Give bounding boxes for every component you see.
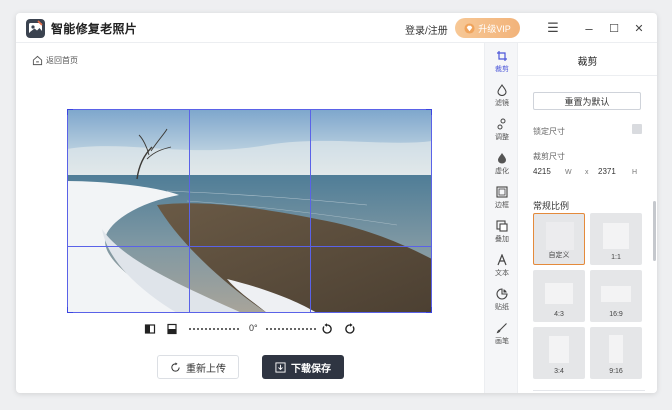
filter-icon (497, 84, 507, 96)
crop-size-label: 裁剪尺寸 (533, 152, 565, 161)
maximize-icon[interactable]: ☐ (605, 19, 623, 37)
close-icon[interactable]: ✕ (630, 19, 648, 37)
crop-handle-bottom-right[interactable] (426, 307, 432, 313)
menu-icon[interactable]: ☰ (544, 19, 562, 37)
lock-size-checkbox[interactable] (632, 124, 642, 134)
rotation-angle: 0° (249, 323, 258, 333)
height-unit: H (632, 169, 638, 176)
flip-vertical-icon[interactable] (166, 323, 178, 335)
ratio-custom[interactable]: 自定义 (533, 213, 585, 265)
ratio-4-3[interactable]: 4:3 (533, 270, 585, 322)
crop-handle-top-left[interactable] (67, 109, 73, 115)
tool-label: 叠加 (495, 236, 509, 243)
photo-canvas[interactable] (67, 109, 432, 313)
width-unit: W (565, 169, 572, 176)
sticker-icon (496, 288, 508, 300)
height-input[interactable]: 2371 (598, 167, 616, 176)
ratio-3-4[interactable]: 3:4 (533, 327, 585, 379)
ratio-label: 9:16 (609, 368, 623, 375)
app-window: 智能修复老照片 登录/注册 升级VIP ☰ – ☐ ✕ 返回首页 0° 重新上传… (16, 13, 657, 393)
panel-scrollbar[interactable] (653, 201, 656, 261)
tool-blur[interactable]: 虚化 (485, 149, 519, 183)
divider (533, 390, 645, 391)
refresh-icon (171, 361, 180, 372)
ratio-label: 3:4 (554, 368, 564, 375)
ratio-label: 16:9 (609, 311, 623, 318)
ratio-label: 自定义 (548, 252, 570, 259)
ratio-1-1[interactable]: 1:1 (590, 213, 642, 265)
tool-label: 文本 (495, 270, 509, 277)
tool-brush[interactable]: 画笔 (485, 319, 519, 353)
back-home-link[interactable]: 返回首页 (32, 55, 78, 66)
lock-size-label: 锁定尺寸 (533, 127, 565, 136)
home-icon (32, 55, 43, 66)
app-logo-icon (26, 19, 45, 38)
ratio-16-9[interactable]: 16:9 (590, 270, 642, 322)
download-icon (275, 361, 286, 373)
width-input[interactable]: 4215 (533, 167, 551, 176)
brush-icon (496, 323, 507, 334)
tool-filter[interactable]: 滤镜 (485, 81, 519, 115)
ratio-preview (601, 286, 631, 302)
reupload-button[interactable]: 重新上传 (157, 355, 239, 379)
upgrade-vip-button[interactable]: 升级VIP (455, 18, 520, 38)
flip-horizontal-icon[interactable] (144, 323, 156, 335)
tool-adjust[interactable]: 调整 (485, 115, 519, 149)
crop-handle-top-right[interactable] (426, 109, 432, 115)
panel-title: 裁剪 (577, 57, 598, 68)
ratio-label: 4:3 (554, 311, 564, 318)
border-icon (496, 186, 508, 198)
image-toolbar: 0° (140, 321, 380, 337)
diamond-icon (464, 22, 475, 34)
ratio-preview (609, 335, 623, 363)
ratio-preview (545, 283, 573, 304)
vip-label: 升级VIP (478, 23, 511, 34)
login-register-link[interactable]: 登录/注册 (405, 22, 448, 37)
ratio-preview (546, 222, 574, 250)
rotate-left-icon[interactable] (321, 323, 333, 335)
ratio-label: 1:1 (611, 254, 621, 261)
ratio-preview (603, 223, 629, 249)
crop-handle-bottom-left[interactable] (67, 307, 73, 313)
tool-border[interactable]: 边框 (485, 183, 519, 217)
download-save-label: 下载保存 (291, 363, 331, 375)
tool-label: 贴纸 (495, 304, 509, 311)
crop-settings-panel: 裁剪 重置为默认 锁定尺寸 裁剪尺寸 4215 W x 2371 H 常规比例 … (518, 43, 657, 393)
app-title: 智能修复老照片 (51, 22, 138, 36)
tool-label: 裁剪 (495, 66, 509, 73)
minimize-icon[interactable]: – (580, 19, 598, 37)
size-separator: x (585, 169, 589, 176)
ratio-section-title: 常规比例 (533, 201, 570, 211)
reset-default-button[interactable]: 重置为默认 (533, 92, 641, 110)
tool-label: 画笔 (495, 338, 509, 345)
ratio-9-16[interactable]: 9:16 (590, 327, 642, 379)
blur-icon (498, 153, 506, 164)
tool-sticker[interactable]: 贴纸 (485, 285, 519, 319)
overlay-icon (496, 220, 508, 232)
adjust-icon (497, 118, 506, 130)
ratio-grid: 自定义 1:1 4:3 16:9 3:4 9:16 (533, 213, 645, 383)
text-icon (497, 254, 507, 266)
reupload-label: 重新上传 (186, 363, 226, 375)
rotation-slider-right[interactable] (266, 328, 316, 330)
rotate-right-icon[interactable] (344, 323, 356, 335)
rotation-slider-left[interactable] (189, 328, 239, 330)
tool-label: 边框 (495, 202, 509, 209)
tool-label: 滤镜 (495, 100, 509, 107)
download-save-button[interactable]: 下载保存 (262, 355, 344, 379)
tool-crop[interactable]: 裁剪 (485, 47, 519, 81)
back-home-label: 返回首页 (46, 56, 78, 65)
title-bar: 智能修复老照片 登录/注册 升级VIP ☰ – ☐ ✕ (16, 13, 657, 43)
crop-frame[interactable] (67, 109, 432, 313)
tool-overlay[interactable]: 叠加 (485, 217, 519, 251)
divider (518, 75, 657, 76)
ratio-preview (549, 336, 569, 363)
tool-label: 调整 (495, 134, 509, 141)
tool-label: 虚化 (495, 168, 509, 175)
crop-icon (497, 51, 507, 61)
tool-rail: 裁剪 滤镜 调整 虚化 边框 叠加 文本 贴纸 画笔 (484, 43, 518, 393)
tool-text[interactable]: 文本 (485, 251, 519, 285)
